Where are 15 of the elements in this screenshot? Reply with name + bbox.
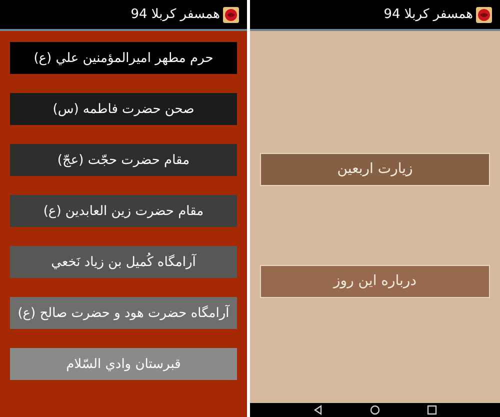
menu-button[interactable]: حرم مطهر اميرالمؤمنين علي (ع) (10, 42, 237, 74)
menu-button[interactable]: زيارت اربعين (260, 153, 490, 186)
menu-button[interactable]: مقام حضرت حجّت (عجّ) (10, 144, 237, 176)
menu-button[interactable]: آرامگاه حضرت هود و حضرت صالح (ع) (10, 297, 237, 329)
app-title: همسفر کربلا 94 (384, 7, 473, 22)
back-icon[interactable] (313, 405, 324, 415)
app-logo-icon (476, 6, 492, 22)
home-icon[interactable] (370, 405, 380, 415)
menu-button[interactable]: درباره اين روز (260, 265, 490, 298)
recent-apps-icon[interactable] (426, 405, 437, 415)
menu-button[interactable]: صحن حضرت فاطمه (س) (10, 93, 237, 125)
menu-button[interactable]: آرامگاه کُميل بن زياد نَخعي (10, 246, 237, 278)
app-title: همسفر کربلا 94 (130, 7, 220, 22)
app-logo-icon (223, 6, 239, 22)
menu-button[interactable]: مقام حضرت زين العابدين (ع) (10, 195, 237, 227)
